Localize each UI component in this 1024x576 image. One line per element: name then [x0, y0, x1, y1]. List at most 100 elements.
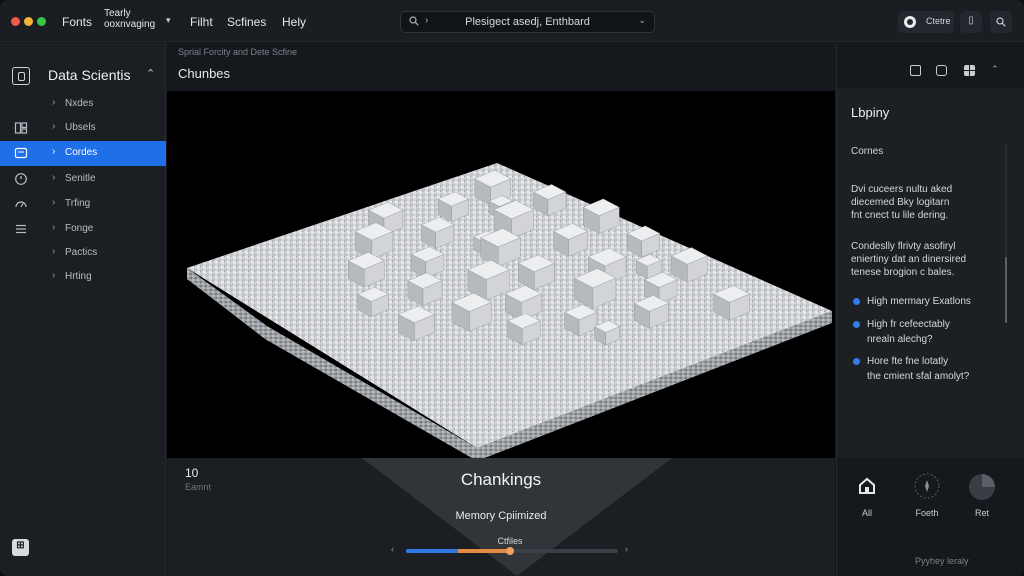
user-menu-button[interactable]: Ctetre: [898, 11, 954, 33]
chevron-down-icon[interactable]: ▾: [166, 15, 171, 26]
paragraph-line: diecemed Bky logitarn: [851, 197, 950, 208]
sidebar-item-cordes[interactable]: › Cordes: [0, 141, 166, 166]
page-title: Chunbes: [178, 66, 231, 81]
global-search-button[interactable]: [990, 11, 1012, 33]
sidebar-item-label: Hrting: [65, 271, 92, 282]
bullet-line: Hore fte fne lotatly: [867, 356, 949, 367]
bullet-line: High mermary Exatlons: [867, 296, 971, 307]
grid-view-icon[interactable]: [964, 65, 975, 76]
maximize-window-button[interactable]: [37, 17, 46, 26]
chevron-right-icon: ›: [52, 172, 56, 183]
slider-fill-blue: [406, 549, 458, 553]
sidebar-item-ubsels[interactable]: › Ubsels: [0, 116, 166, 141]
slider-label: Ctfiles: [497, 536, 523, 546]
chunking-subtitle: Memory Cpiimized: [455, 510, 547, 522]
sidebar-item-label: Fonge: [65, 223, 94, 234]
chevron-right-icon: ›: [52, 97, 56, 108]
panel-actions: All Foeth Ret Pyyhey leraly: [837, 458, 1024, 576]
chevron-up-icon[interactable]: ⌃: [146, 67, 155, 80]
gauge-icon: [15, 201, 27, 208]
sidebar-item-label: Ubsels: [65, 122, 96, 133]
menu-workspace-line2: ooxnvaging: [104, 19, 156, 30]
search-text: Plesigect asedj, Enthbard: [465, 16, 590, 28]
main-content: Sprial Forcity and Dete Scfine Chunbes 1…: [167, 43, 835, 576]
sidebar-item-hrting[interactable]: › Hrting: [0, 265, 166, 290]
sidebar-footer-button[interactable]: ⊞: [12, 539, 29, 556]
paragraph-line: eniertiny dat an dinersired: [851, 254, 967, 265]
grid-icon: ⊞: [16, 540, 25, 551]
chevron-right-icon: ›: [52, 270, 56, 281]
list-icon: [16, 224, 26, 234]
title-bar: Fonts Tearly ooxnvaging ▾ Filht Scfines …: [0, 0, 1024, 42]
chevron-right-icon: ›: [52, 146, 56, 157]
minimize-window-button[interactable]: [24, 17, 33, 26]
search-input[interactable]: › Plesigect asedj, Enthbard ⌄: [400, 11, 655, 33]
panel-scrollbar-thumb[interactable]: [1005, 257, 1007, 323]
chevron-up-icon[interactable]: ⌃: [991, 64, 999, 75]
action-label-foeth: Foeth: [915, 508, 939, 518]
clock-icon: [15, 173, 27, 185]
menu-scfines[interactable]: Scfines: [227, 15, 266, 29]
paragraph-line: tenese brogion c bales.: [851, 267, 955, 278]
menu-fonts[interactable]: Fonts: [62, 15, 92, 29]
sidebar-item-label: Cordes: [65, 147, 98, 158]
lock-icon: [12, 67, 30, 85]
chevron-left-icon[interactable]: ‹: [391, 544, 394, 554]
sidebar-item-label: Pactics: [65, 247, 98, 258]
panel-title: Lbpiny: [851, 105, 890, 120]
menu-workspace[interactable]: Tearly ooxnvaging: [104, 8, 155, 30]
action-label-ret: Ret: [974, 508, 989, 518]
search-icon: [996, 17, 1006, 27]
app-window: Fonts Tearly ooxnvaging ▾ Filht Scfines …: [0, 0, 1024, 576]
bullet-item-2: High fr cefeectably nrealn alechg?: [867, 317, 1007, 347]
panel-icon: ▯: [968, 15, 974, 26]
bullet-dot: [853, 298, 860, 305]
chunking-panel: 10 Eamnt Chankings Memory Cpiimized Ctfi…: [167, 458, 835, 576]
action-label-all: All: [861, 508, 872, 518]
close-window-button[interactable]: [11, 17, 20, 26]
sidebar-item-nxdes[interactable]: › Nxdes: [0, 92, 166, 117]
menu-filht[interactable]: Filht: [190, 15, 213, 29]
camera-icon[interactable]: [936, 65, 947, 76]
sidebar-title: Data Scientis: [48, 67, 131, 83]
chevron-right-icon: ›: [52, 197, 56, 208]
menu-hely[interactable]: Hely: [282, 15, 306, 29]
paragraph-line: fnt cnect tu lile dering.: [851, 210, 949, 221]
user-icon: [904, 16, 916, 28]
bullet-line: the cmient sfal amolyt?: [867, 371, 970, 382]
paragraph-line: Condeslly flrivty asofiryl: [851, 241, 956, 252]
chunking-title: Chankings: [460, 470, 542, 489]
bullet-dot: [853, 358, 860, 365]
chevron-right-icon: ›: [52, 222, 56, 233]
bullet-dot: [853, 321, 860, 328]
panel-toolbar: ⌃: [837, 43, 1024, 88]
chevron-right-icon[interactable]: ›: [625, 544, 628, 554]
sidebar-item-fonge[interactable]: › Fonge: [0, 217, 166, 242]
panel-paragraph-2: Condeslly flrivty asofiryl eniertiny dat…: [851, 240, 1001, 279]
paragraph-line: Dvi cuceers nultu aked: [851, 184, 953, 195]
3d-viewport[interactable]: [167, 91, 835, 461]
sidebar-item-senitle[interactable]: › Senitle: [0, 167, 166, 192]
sidebar-item-label: Trfing: [65, 198, 91, 209]
breadcrumb: Sprial Forcity and Dete Scfine: [178, 47, 298, 57]
voxel-scene: [187, 163, 832, 461]
bullet-line: High fr cefeectably: [867, 319, 950, 330]
sidebar: Data Scientis ⌃ › Nxdes › Ubsels › Corde…: [0, 43, 166, 576]
compass-icon[interactable]: [914, 473, 940, 499]
window-toggle-button[interactable]: ▯: [960, 11, 982, 33]
bullet-item-1: High mermary Exatlons: [867, 294, 1007, 309]
menu-workspace-line1: Tearly: [104, 8, 131, 19]
home-icon[interactable]: [854, 473, 880, 499]
chevron-down-icon[interactable]: ⌄: [638, 15, 646, 26]
user-label: Ctetre: [926, 16, 951, 26]
slider-thumb[interactable]: [506, 547, 514, 555]
right-panel: ⌃ Lbpiny Cornes Dvi cuceers nultu aked d…: [836, 43, 1024, 576]
panel-footer: Pyyhey leraly: [915, 556, 969, 566]
sidebar-item-pactics[interactable]: › Pactics: [0, 241, 166, 266]
code-icon: [14, 147, 28, 159]
sidebar-item-label: Senitle: [65, 173, 96, 184]
chevron-right-icon: ›: [52, 246, 56, 257]
sidebar-item-trfing[interactable]: › Trfing: [0, 192, 166, 217]
pie-icon[interactable]: [968, 473, 996, 501]
export-icon[interactable]: [910, 65, 921, 76]
